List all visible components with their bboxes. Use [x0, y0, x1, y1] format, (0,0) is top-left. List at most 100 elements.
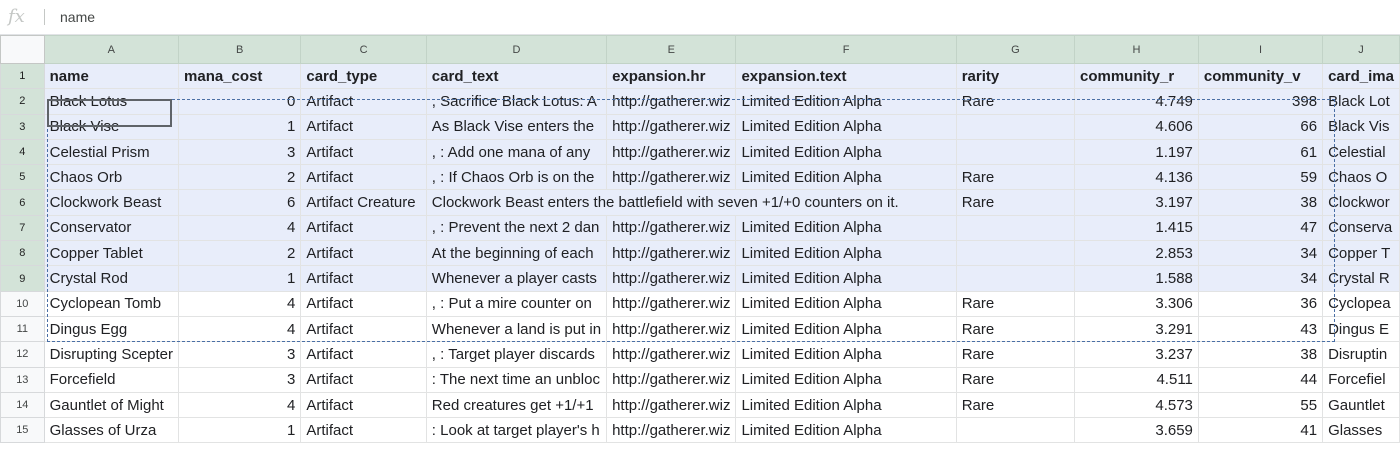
cell-j3[interactable]: Black Vis	[1322, 113, 1400, 140]
cell-c6[interactable]: Artifact Creature	[300, 189, 427, 216]
cell-i13[interactable]: 44	[1197, 366, 1324, 393]
cell-d4[interactable]: , : Add one mana of any	[425, 138, 608, 166]
cell-g8[interactable]	[955, 240, 1075, 267]
cell-j15[interactable]: Glasses	[1322, 417, 1400, 444]
row-header[interactable]: 12	[0, 341, 45, 368]
cell-f1[interactable]: expansion.text	[735, 62, 957, 90]
row-header[interactable]: 5	[0, 164, 45, 191]
cell-i8[interactable]: 34	[1197, 240, 1324, 267]
cell-c9[interactable]: Artifact	[300, 265, 427, 292]
cell-c4[interactable]: Artifact	[300, 138, 427, 166]
cell-c2[interactable]: Artifact	[300, 88, 427, 115]
cell-i6[interactable]: 38	[1197, 189, 1324, 216]
row-header[interactable]: 6	[0, 189, 45, 216]
cell-g6[interactable]: Rare	[955, 189, 1075, 216]
cell-j14[interactable]: Gauntlet	[1322, 391, 1400, 419]
cell-g5[interactable]: Rare	[955, 164, 1075, 191]
column-header-f[interactable]: F	[735, 35, 957, 64]
cell-e10[interactable]: http://gatherer.wiz	[606, 290, 737, 317]
cell-a10[interactable]: Cyclopean Tomb	[43, 290, 180, 317]
column-header-i[interactable]: I	[1197, 35, 1324, 64]
column-header-h[interactable]: H	[1073, 35, 1199, 64]
row-header[interactable]: 9	[0, 265, 45, 292]
cell-b15[interactable]: 1	[178, 417, 302, 444]
cell-d10[interactable]: , : Put a mire counter on	[425, 290, 608, 317]
cell-g7[interactable]	[955, 214, 1075, 242]
cell-g3[interactable]	[955, 113, 1075, 140]
row-header[interactable]: 7	[0, 214, 45, 242]
cell-e4[interactable]: http://gatherer.wiz	[606, 138, 737, 166]
cell-d12[interactable]: , : Target player discards	[425, 341, 608, 368]
cell-f11[interactable]: Limited Edition Alpha	[735, 315, 957, 343]
cell-e3[interactable]: http://gatherer.wiz	[606, 113, 737, 140]
cell-j12[interactable]: Disruptin	[1322, 341, 1400, 368]
cell-i10[interactable]: 36	[1197, 290, 1324, 317]
cell-j2[interactable]: Black Lot	[1322, 88, 1400, 115]
cell-d1[interactable]: card_text	[425, 62, 608, 90]
cell-c15[interactable]: Artifact	[300, 417, 427, 444]
cell-a3[interactable]: Black Vise	[43, 113, 180, 140]
row-header[interactable]: 2	[0, 88, 45, 115]
cell-h5[interactable]: 4.136	[1073, 164, 1199, 191]
cell-e7[interactable]: http://gatherer.wiz	[606, 214, 737, 242]
cell-b11[interactable]: 4	[178, 315, 302, 343]
cell-b7[interactable]: 4	[178, 214, 302, 242]
cell-i7[interactable]: 47	[1197, 214, 1324, 242]
cell-h13[interactable]: 4.511	[1073, 366, 1199, 393]
row-header[interactable]: 14	[0, 391, 45, 419]
cell-h14[interactable]: 4.573	[1073, 391, 1199, 419]
cell-h8[interactable]: 2.853	[1073, 240, 1199, 267]
cell-d8[interactable]: At the beginning of each	[425, 240, 608, 267]
cell-d11[interactable]: Whenever a land is put in	[425, 315, 608, 343]
cell-b13[interactable]: 3	[178, 366, 302, 393]
cell-f8[interactable]: Limited Edition Alpha	[735, 240, 957, 267]
cell-d9[interactable]: Whenever a player casts	[425, 265, 608, 292]
cell-e5[interactable]: http://gatherer.wiz	[606, 164, 737, 191]
cell-j13[interactable]: Forcefiel	[1322, 366, 1400, 393]
cell-i4[interactable]: 61	[1197, 138, 1324, 166]
cell-f13[interactable]: Limited Edition Alpha	[735, 366, 957, 393]
cell-i2[interactable]: 398	[1197, 88, 1324, 115]
cell-f4[interactable]: Limited Edition Alpha	[735, 138, 957, 166]
cell-d13[interactable]: : The next time an unbloc	[425, 366, 608, 393]
cell-g10[interactable]: Rare	[955, 290, 1075, 317]
cell-b10[interactable]: 4	[178, 290, 302, 317]
cell-i1[interactable]: community_v	[1197, 62, 1324, 90]
cell-j5[interactable]: Chaos O	[1322, 164, 1400, 191]
cell-i14[interactable]: 55	[1197, 391, 1324, 419]
cell-e2[interactable]: http://gatherer.wiz	[606, 88, 737, 115]
cell-d15[interactable]: : Look at target player's h	[425, 417, 608, 444]
cell-c14[interactable]: Artifact	[300, 391, 427, 419]
cell-f3[interactable]: Limited Edition Alpha	[735, 113, 957, 140]
cell-b9[interactable]: 1	[178, 265, 302, 292]
cell-d14[interactable]: Red creatures get +1/+1	[425, 391, 608, 419]
cell-j10[interactable]: Cyclopea	[1322, 290, 1400, 317]
cell-a13[interactable]: Forcefield	[43, 366, 180, 393]
cell-f7[interactable]: Limited Edition Alpha	[735, 214, 957, 242]
cell-g1[interactable]: rarity	[955, 62, 1075, 90]
cell-c8[interactable]: Artifact	[300, 240, 427, 267]
cell-d3[interactable]: As Black Vise enters the	[425, 113, 608, 140]
column-header-a[interactable]: A	[43, 35, 180, 64]
row-header[interactable]: 8	[0, 240, 45, 267]
cell-f15[interactable]: Limited Edition Alpha	[735, 417, 957, 444]
cell-g14[interactable]: Rare	[955, 391, 1075, 419]
cell-a1[interactable]: name	[43, 62, 180, 90]
cell-a2[interactable]: Black Lotus	[43, 88, 180, 115]
cell-e9[interactable]: http://gatherer.wiz	[606, 265, 737, 292]
cell-f10[interactable]: Limited Edition Alpha	[735, 290, 957, 317]
cell-b3[interactable]: 1	[178, 113, 302, 140]
cell-h2[interactable]: 4.749	[1073, 88, 1199, 115]
cell-i5[interactable]: 59	[1197, 164, 1324, 191]
cell-a5[interactable]: Chaos Orb	[43, 164, 180, 191]
cell-b2[interactable]: 0	[178, 88, 302, 115]
cell-g4[interactable]	[955, 138, 1075, 166]
cell-c1[interactable]: card_type	[300, 62, 427, 90]
cell-h9[interactable]: 1.588	[1073, 265, 1199, 292]
cell-d6[interactable]: Clockwork Beast enters the battlefield w…	[425, 189, 957, 216]
cell-e8[interactable]: http://gatherer.wiz	[606, 240, 737, 267]
cell-i11[interactable]: 43	[1197, 315, 1324, 343]
row-header[interactable]: 10	[0, 290, 45, 317]
cell-j7[interactable]: Conserva	[1322, 214, 1400, 242]
cell-i9[interactable]: 34	[1197, 265, 1324, 292]
